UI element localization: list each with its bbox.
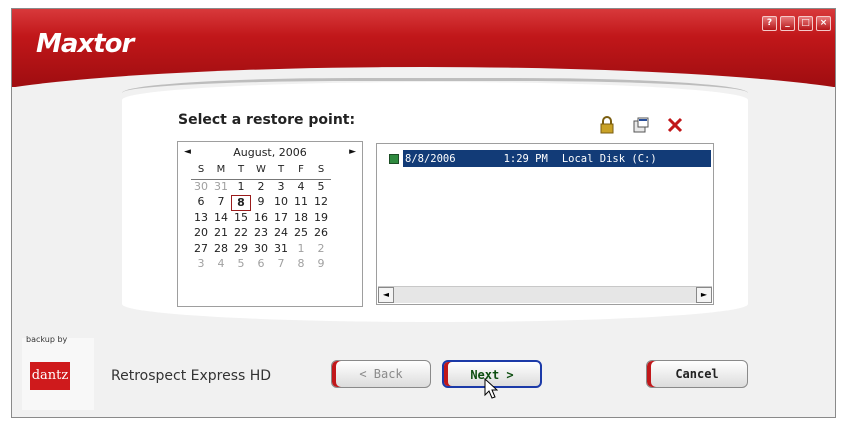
calendar-picker: ◄ August, 2006 ► S M T W T F S 30 31 1 2…	[177, 141, 363, 307]
calendar-day[interactable]: 1	[291, 242, 311, 258]
calendar-day[interactable]: 13	[191, 211, 211, 227]
restore-point-icon	[389, 154, 399, 164]
page-title: Select a restore point:	[178, 112, 356, 128]
day-of-week: T	[271, 164, 291, 180]
day-of-week: S	[311, 164, 331, 180]
restore-point-location: Local Disk (C:)	[561, 152, 657, 165]
day-of-week: W	[251, 164, 271, 180]
help-button[interactable]: ?	[762, 16, 777, 31]
day-of-week: F	[291, 164, 311, 180]
calendar-day[interactable]: 31	[271, 242, 291, 258]
calendar-day[interactable]: 3	[271, 180, 291, 196]
calendar-day[interactable]: 2	[251, 180, 271, 196]
calendar-day[interactable]: 6	[251, 257, 271, 273]
backup-by-label: backup by	[26, 335, 68, 344]
minimize-button[interactable]: _	[780, 16, 795, 31]
calendar-day[interactable]: 7	[211, 195, 231, 211]
day-of-week: M	[211, 164, 231, 180]
calendar-day[interactable]: 26	[311, 226, 331, 242]
calendar-day[interactable]: 6	[191, 195, 211, 211]
horizontal-scrollbar[interactable]: ◄ ►	[378, 286, 712, 303]
calendar-day[interactable]: 19	[311, 211, 331, 227]
calendar-day[interactable]: 1	[231, 180, 251, 196]
calendar-day[interactable]: 20	[191, 226, 211, 242]
calendar-day[interactable]: 22	[231, 226, 251, 242]
day-of-week: S	[191, 164, 211, 180]
back-button[interactable]: < Back	[331, 360, 431, 388]
calendar-day[interactable]: 24	[271, 226, 291, 242]
calendar-day[interactable]: 29	[231, 242, 251, 258]
calendar-day[interactable]: 4	[291, 180, 311, 196]
next-month-icon[interactable]: ►	[349, 147, 356, 157]
window-controls: ? _ □ ×	[762, 16, 831, 31]
restore-toolbar	[598, 116, 684, 134]
calendar-day-selected[interactable]: 8	[231, 195, 251, 211]
calendar-day[interactable]: 4	[211, 257, 231, 273]
calendar-day[interactable]: 5	[311, 180, 331, 196]
calendar-day[interactable]: 14	[211, 211, 231, 227]
month-label: August, 2006	[233, 145, 307, 159]
calendar-day[interactable]: 10	[271, 195, 291, 211]
calendar-day[interactable]: 12	[311, 195, 331, 211]
calendar-day[interactable]: 28	[211, 242, 231, 258]
product-name: Retrospect Express HD	[111, 368, 272, 384]
restore-point-list[interactable]: 8/8/2006 1:29 PM Local Disk (C:) ◄ ►	[376, 143, 714, 305]
scroll-left-icon[interactable]: ◄	[378, 287, 394, 303]
calendar-day[interactable]: 30	[191, 180, 211, 196]
calendar-day[interactable]: 9	[251, 195, 271, 211]
dantz-logo: dantz	[30, 362, 70, 390]
calendar-day[interactable]: 2	[311, 242, 331, 258]
scroll-right-icon[interactable]: ►	[696, 287, 712, 303]
prev-month-icon[interactable]: ◄	[184, 147, 191, 157]
properties-icon[interactable]	[632, 116, 650, 134]
calendar-header: ◄ August, 2006 ►	[178, 142, 362, 162]
day-of-week: T	[231, 164, 251, 180]
calendar-day[interactable]: 7	[271, 257, 291, 273]
calendar-grid: S M T W T F S 30 31 1 2 3 4 5 6 7 8 9 10…	[191, 164, 362, 273]
calendar-day[interactable]: 16	[251, 211, 271, 227]
cancel-button[interactable]: Cancel	[646, 360, 748, 388]
calendar-day[interactable]: 17	[271, 211, 291, 227]
mouse-pointer-icon	[484, 378, 498, 399]
close-button[interactable]: ×	[816, 16, 831, 31]
calendar-day[interactable]: 30	[251, 242, 271, 258]
calendar-day[interactable]: 18	[291, 211, 311, 227]
calendar-day[interactable]: 5	[231, 257, 251, 273]
calendar-day[interactable]: 9	[311, 257, 331, 273]
calendar-day[interactable]: 11	[291, 195, 311, 211]
restore-point-row[interactable]: 8/8/2006 1:29 PM Local Disk (C:)	[403, 150, 711, 167]
calendar-day[interactable]: 27	[191, 242, 211, 258]
restore-point-time: 1:29 PM	[503, 152, 548, 165]
lock-icon[interactable]	[598, 116, 616, 134]
calendar-day[interactable]: 3	[191, 257, 211, 273]
calendar-day[interactable]: 8	[291, 257, 311, 273]
calendar-day[interactable]: 25	[291, 226, 311, 242]
calendar-day[interactable]: 23	[251, 226, 271, 242]
calendar-day[interactable]: 21	[211, 226, 231, 242]
maxtor-logo: Maxtor	[36, 29, 134, 59]
calendar-day[interactable]: 31	[211, 180, 231, 196]
delete-icon[interactable]	[666, 116, 684, 134]
restore-point-date: 8/8/2006	[405, 152, 456, 165]
calendar-day[interactable]: 15	[231, 211, 251, 227]
maximize-button[interactable]: □	[798, 16, 813, 31]
